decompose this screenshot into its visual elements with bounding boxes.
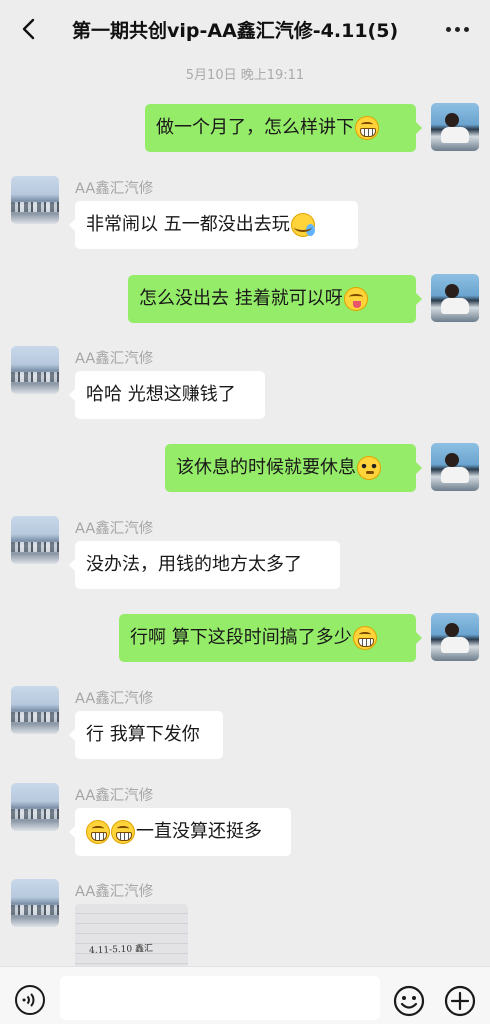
grin-emoji-icon xyxy=(111,820,135,844)
contact-avatar[interactable] xyxy=(11,516,59,564)
chat-header: 第一期共创vip-AA鑫汇汽修-4.11(5) xyxy=(0,0,490,58)
contact-avatar[interactable] xyxy=(11,783,59,831)
cry-laugh-emoji-icon xyxy=(290,213,315,237)
sender-name: AA鑫汇汽修 xyxy=(75,788,154,804)
my-avatar[interactable] xyxy=(431,274,479,322)
message-bubble-incoming[interactable]: 非常闹以 五一都没出去玩 xyxy=(69,201,358,249)
message-bubble-outgoing[interactable]: 怎么没出去 挂着就可以呀 xyxy=(128,275,422,323)
chevron-left-icon[interactable] xyxy=(18,17,42,41)
handwritten-note: 4.11-5.10 鑫汇 xyxy=(88,943,154,957)
image-message[interactable]: 4.11-5.10 鑫汇 xyxy=(75,904,188,970)
contact-avatar[interactable] xyxy=(11,346,59,394)
emoji-icon[interactable] xyxy=(393,985,425,1017)
message-text: 行啊 算下这段时间搞了多少 xyxy=(130,627,352,648)
voice-icon[interactable] xyxy=(15,985,45,1015)
input-toolbar xyxy=(0,966,490,1024)
message-text: 做一个月了，怎么样讲下 xyxy=(156,117,354,138)
sender-name: AA鑫汇汽修 xyxy=(75,691,154,707)
message-bubble-outgoing[interactable]: 该休息的时候就要休息 xyxy=(165,444,422,492)
message-input[interactable] xyxy=(60,976,380,1020)
my-avatar[interactable] xyxy=(431,103,479,151)
grin-emoji-icon xyxy=(352,626,377,650)
contact-avatar[interactable] xyxy=(11,176,59,224)
chat-title: 第一期共创vip-AA鑫汇汽修-4.11(5) xyxy=(72,20,399,42)
plus-icon[interactable] xyxy=(444,985,476,1017)
message-bubble-outgoing[interactable]: 做一个月了，怎么样讲下 xyxy=(145,104,422,152)
grin-emoji-icon xyxy=(86,820,110,844)
message-text: 怎么没出去 挂着就可以呀 xyxy=(139,288,343,309)
message-text: 没办法，用钱的地方太多了 xyxy=(86,554,302,575)
sender-name: AA鑫汇汽修 xyxy=(75,351,154,367)
sender-name: AA鑫汇汽修 xyxy=(75,181,154,197)
silly-emoji-icon xyxy=(343,287,368,311)
message-text: 行 我算下发你 xyxy=(86,724,200,745)
contact-avatar[interactable] xyxy=(11,879,59,927)
message-bubble-incoming[interactable]: 哈哈 光想这赚钱了 xyxy=(69,371,265,419)
message-bubble-incoming[interactable]: 行 我算下发你 xyxy=(69,711,223,759)
message-text: 一直没算还挺多 xyxy=(136,821,262,842)
message-bubble-outgoing[interactable]: 行啊 算下这段时间搞了多少 xyxy=(119,614,422,662)
more-dots-icon[interactable] xyxy=(446,20,472,38)
contact-avatar[interactable] xyxy=(11,686,59,734)
message-bubble-incoming[interactable]: 没办法，用钱的地方太多了 xyxy=(69,541,340,589)
message-text: 哈哈 光想这赚钱了 xyxy=(86,384,236,405)
flushed-emoji-icon xyxy=(357,456,381,480)
message-text: 非常闹以 五一都没出去玩 xyxy=(86,214,290,235)
message-text: 该休息的时候就要休息 xyxy=(176,457,356,478)
sender-name: AA鑫汇汽修 xyxy=(75,521,154,537)
my-avatar[interactable] xyxy=(431,613,479,661)
message-timestamp: 5月10日 晚上19:11 xyxy=(185,68,305,83)
sender-name: AA鑫汇汽修 xyxy=(75,884,154,900)
message-bubble-incoming[interactable]: 一直没算还挺多 xyxy=(69,808,291,856)
my-avatar[interactable] xyxy=(431,443,479,491)
grin-emoji-icon xyxy=(355,116,379,140)
